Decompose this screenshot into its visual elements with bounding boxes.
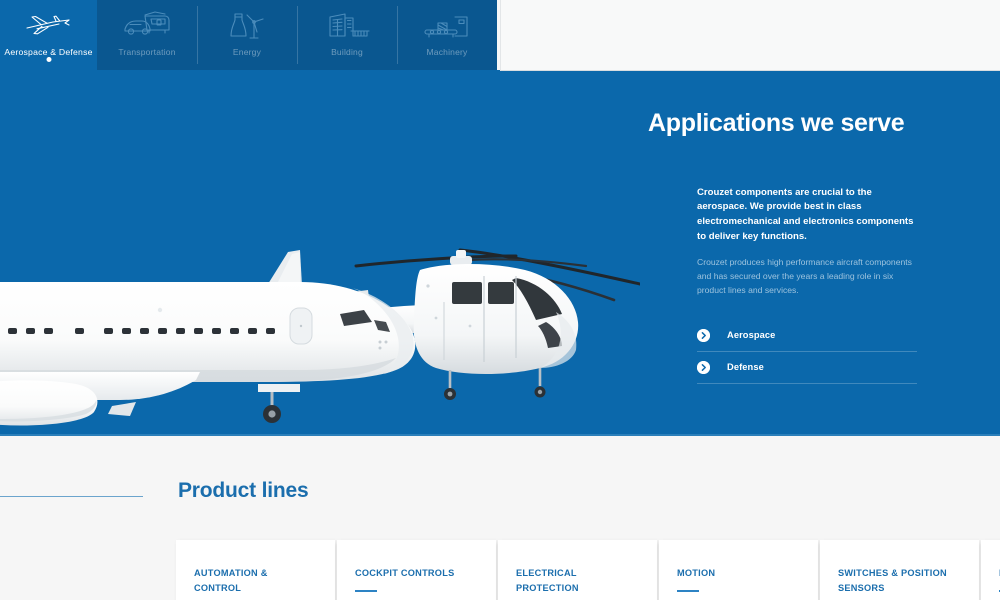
buildings-icon <box>318 9 376 43</box>
product-lines-section: Product lines AUTOMATION & CONTROL COCKP… <box>0 436 1000 600</box>
nav-tab-aerospace-defense[interactable]: Aerospace & Defense <box>0 0 97 70</box>
nav-tab-building[interactable]: Building <box>297 0 397 70</box>
hero-bottom-divider <box>0 434 1000 436</box>
link-label: Aerospace <box>727 330 776 341</box>
product-card-automation-control[interactable]: AUTOMATION & CONTROL <box>176 540 335 600</box>
nav-tab-label: Machinery <box>426 47 468 57</box>
product-card-partial-next[interactable]: P <box>981 540 1000 600</box>
nav-tab-label: Aerospace & Defense <box>4 47 93 57</box>
section-rule <box>0 496 143 497</box>
product-card-cockpit-controls[interactable]: COCKPIT CONTROLS <box>337 540 496 600</box>
car-train-icon <box>118 9 176 43</box>
nav-tab-label: Energy <box>232 47 262 57</box>
chevron-right-circle-icon <box>697 328 710 342</box>
card-underline-accent <box>355 589 377 592</box>
active-tab-indicator-dot <box>46 57 51 62</box>
product-card-title: ELECTRICAL PROTECTION <box>516 568 579 593</box>
cooling-tower-wind-turbine-icon <box>218 9 276 43</box>
industry-nav: Aerospace & Defense Transportation Energ… <box>0 0 497 70</box>
nav-tab-transportation[interactable]: Transportation <box>97 0 197 70</box>
nav-tab-label: Transportation <box>118 47 176 57</box>
nav-tab-machinery[interactable]: Machinery <box>397 0 497 70</box>
product-card-switches-position-sensors[interactable]: SWITCHES & POSITION SENSORS <box>820 540 979 600</box>
hero-lead-text: Crouzet components are crucial to the ae… <box>697 186 914 243</box>
application-link-list: Aerospace Defense <box>697 320 917 384</box>
link-label: Defense <box>727 362 764 373</box>
product-card-title: MOTION <box>677 568 716 578</box>
link-item-aerospace[interactable]: Aerospace <box>697 320 917 352</box>
hero-banner: Applications we serve Crouzet components… <box>0 70 1000 436</box>
product-card-title: SWITCHES & POSITION SENSORS <box>838 568 947 593</box>
link-item-defense[interactable]: Defense <box>697 352 917 384</box>
product-lines-card-list: AUTOMATION & CONTROL COCKPIT CONTROLS EL… <box>176 540 1000 600</box>
hero-body-text: Crouzet produces high performance aircra… <box>697 256 912 295</box>
top-bar-right-panel <box>500 0 1000 71</box>
aircraft-illustration <box>0 248 640 426</box>
hero-copy: Applications we serve Crouzet components… <box>648 109 948 384</box>
product-card-motion[interactable]: MOTION <box>659 540 818 600</box>
chevron-right-circle-icon <box>697 360 710 374</box>
airplane-icon <box>20 9 78 43</box>
product-card-title: AUTOMATION & CONTROL <box>194 568 268 593</box>
nav-tab-energy[interactable]: Energy <box>197 0 297 70</box>
conveyor-belt-icon <box>418 9 476 43</box>
page-root: Aerospace & Defense Transportation Energ… <box>0 0 1000 600</box>
nav-tab-label: Building <box>331 47 363 57</box>
airplane <box>0 250 416 426</box>
product-card-title: COCKPIT CONTROLS <box>355 568 455 578</box>
card-underline-accent <box>677 589 699 592</box>
product-lines-title: Product lines <box>178 479 309 502</box>
product-card-electrical-protection[interactable]: ELECTRICAL PROTECTION <box>498 540 657 600</box>
top-bar: Aerospace & Defense Transportation Energ… <box>0 0 1000 71</box>
page-title: Applications we serve <box>648 109 905 137</box>
